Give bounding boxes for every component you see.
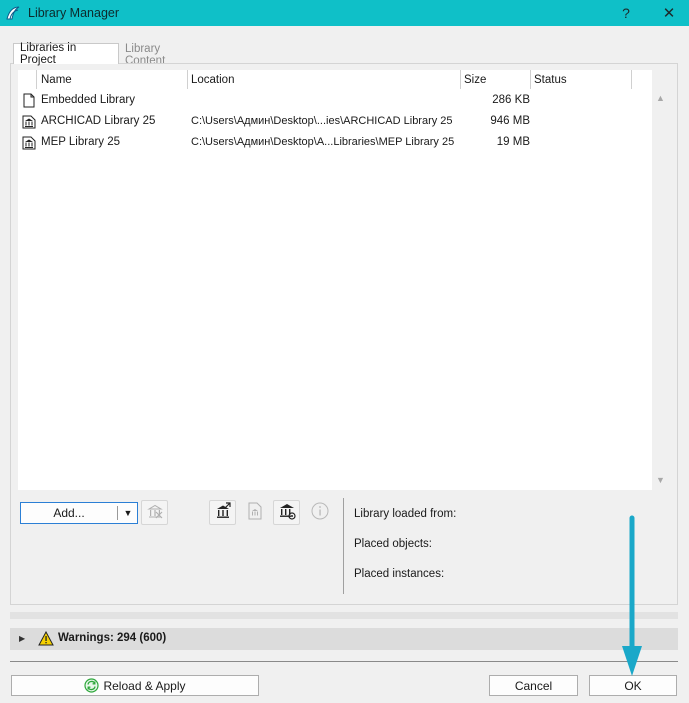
add-dropdown-separator <box>117 506 118 520</box>
reload-icon <box>84 678 100 693</box>
export-library-icon <box>213 501 233 524</box>
library-size: 19 MB <box>496 136 530 148</box>
list-header: Name Location Size Status <box>18 70 652 89</box>
info-button[interactable] <box>306 500 333 525</box>
warning-triangle-icon <box>38 630 54 649</box>
close-button[interactable]: ✕ <box>649 0 689 26</box>
add-button-label: Add... <box>53 506 85 520</box>
remove-library-icon <box>146 502 164 523</box>
column-header-name[interactable]: Name <box>37 70 72 89</box>
table-row[interactable]: ARCHICAD Library 25 C:\Users\Админ\Deskt… <box>18 111 652 132</box>
column-header-size[interactable]: Size <box>460 70 486 89</box>
tab-library-content[interactable]: Library Content <box>119 43 209 67</box>
table-row[interactable]: Embedded Library 286 KB <box>18 90 652 111</box>
info-icon <box>310 501 330 524</box>
cancel-button[interactable]: Cancel <box>489 675 578 696</box>
library-settings-icon <box>277 501 297 524</box>
library-loaded-from-label: Library loaded from: <box>354 508 457 520</box>
warnings-count: Warnings: 294 (600) <box>58 632 167 644</box>
section-separator <box>10 612 678 619</box>
placed-objects-label: Placed objects: <box>354 538 432 550</box>
window-title: Library Manager <box>28 6 120 20</box>
vertical-scrollbar[interactable]: ▲ ▼ <box>652 88 669 490</box>
export-library-button[interactable] <box>209 500 236 525</box>
archicad-logo-icon <box>0 0 26 26</box>
help-button[interactable]: ? <box>606 0 646 26</box>
warnings-bar[interactable]: ▶ Warnings: 294 (600) <box>10 628 678 650</box>
library-size: 286 KB <box>492 94 530 106</box>
column-header-status[interactable]: Status <box>530 70 567 89</box>
header-corner <box>632 70 652 89</box>
library-building-icon <box>22 135 36 150</box>
column-header-location[interactable]: Location <box>187 70 234 89</box>
table-row[interactable]: MEP Library 25 C:\Users\Админ\Desktop\A.… <box>18 132 652 153</box>
title-bar: Library Manager ? ✕ <box>0 0 689 26</box>
reload-apply-label: Reload & Apply <box>103 678 186 693</box>
library-building-icon <box>22 114 36 129</box>
reload-apply-button[interactable]: Reload & Apply <box>11 675 259 696</box>
info-divider <box>343 498 344 594</box>
library-name: MEP Library 25 <box>41 136 121 148</box>
library-name: Embedded Library <box>41 94 135 106</box>
scroll-up-arrow-icon[interactable]: ▲ <box>652 90 669 106</box>
tab-libraries-in-project[interactable]: Libraries in Project <box>13 42 119 66</box>
library-location: C:\Users\Админ\Desktop\A...Libraries\MEP… <box>191 136 455 148</box>
footer-divider <box>10 661 678 662</box>
library-location: C:\Users\Админ\Desktop\...ies\ARCHICAD L… <box>191 115 453 127</box>
scroll-down-arrow-icon[interactable]: ▼ <box>652 472 669 488</box>
ok-button[interactable]: OK <box>589 675 677 696</box>
remove-library-button[interactable] <box>141 500 168 525</box>
library-name: ARCHICAD Library 25 <box>41 115 156 127</box>
document-icon <box>22 93 36 108</box>
placed-instances-label: Placed instances: <box>354 568 445 580</box>
chevron-down-icon[interactable]: ▼ <box>121 508 135 518</box>
library-size: 946 MB <box>490 115 530 127</box>
save-library-button[interactable] <box>241 500 268 525</box>
save-library-icon <box>246 501 264 524</box>
library-settings-button[interactable] <box>273 500 300 525</box>
expand-triangle-icon[interactable]: ▶ <box>19 634 25 643</box>
add-library-button[interactable]: Add... ▼ <box>20 502 138 524</box>
